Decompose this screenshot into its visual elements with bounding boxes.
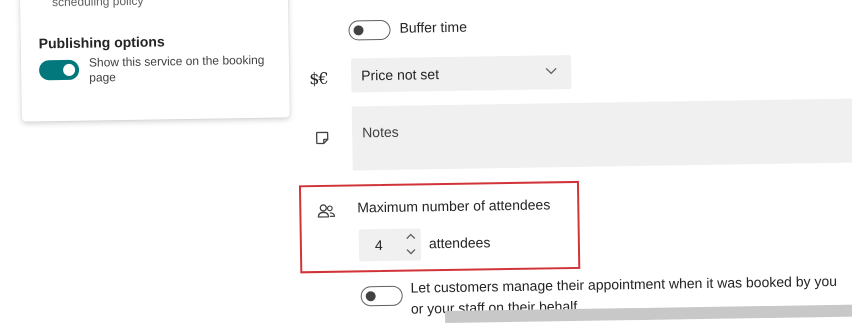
- price-dropdown[interactable]: Price not set: [350, 55, 572, 93]
- attendees-unit-label: attendees: [428, 234, 491, 252]
- publish-service-toggle[interactable]: [38, 59, 80, 81]
- publish-service-label: Show this service on the booking page: [88, 52, 265, 85]
- toggle-knob: [365, 291, 376, 302]
- max-attendees-label: Maximum number of attendees: [357, 196, 551, 216]
- buffer-time-toggle[interactable]: [348, 19, 391, 41]
- price-dropdown-value: Price not set: [361, 66, 440, 84]
- notes-textarea[interactable]: Notes: [351, 98, 852, 171]
- people-icon: [317, 204, 336, 218]
- buffer-time-label: Buffer time: [399, 18, 468, 36]
- chevron-down-icon[interactable]: [405, 246, 417, 256]
- currency-icon: $€: [309, 68, 328, 89]
- chevron-up-icon[interactable]: [405, 231, 417, 241]
- attendees-stepper-value[interactable]: 4: [375, 237, 383, 253]
- attendees-stepper[interactable]: 4: [358, 228, 422, 262]
- toggle-knob: [63, 63, 76, 77]
- attendees-highlight-box: [298, 180, 581, 274]
- notes-placeholder: Notes: [361, 123, 399, 141]
- note-icon: [315, 131, 329, 145]
- customer-manage-toggle[interactable]: [360, 285, 403, 307]
- settings-side-card: scheduling policy Publishing options Sho…: [19, 0, 290, 122]
- chevron-down-icon: [545, 67, 557, 75]
- publishing-options-heading: Publishing options: [38, 33, 165, 52]
- scheduling-policy-link[interactable]: scheduling policy: [52, 0, 144, 9]
- toggle-knob: [353, 25, 364, 36]
- booking-service-settings: scheduling policy Publishing options Sho…: [0, 0, 852, 325]
